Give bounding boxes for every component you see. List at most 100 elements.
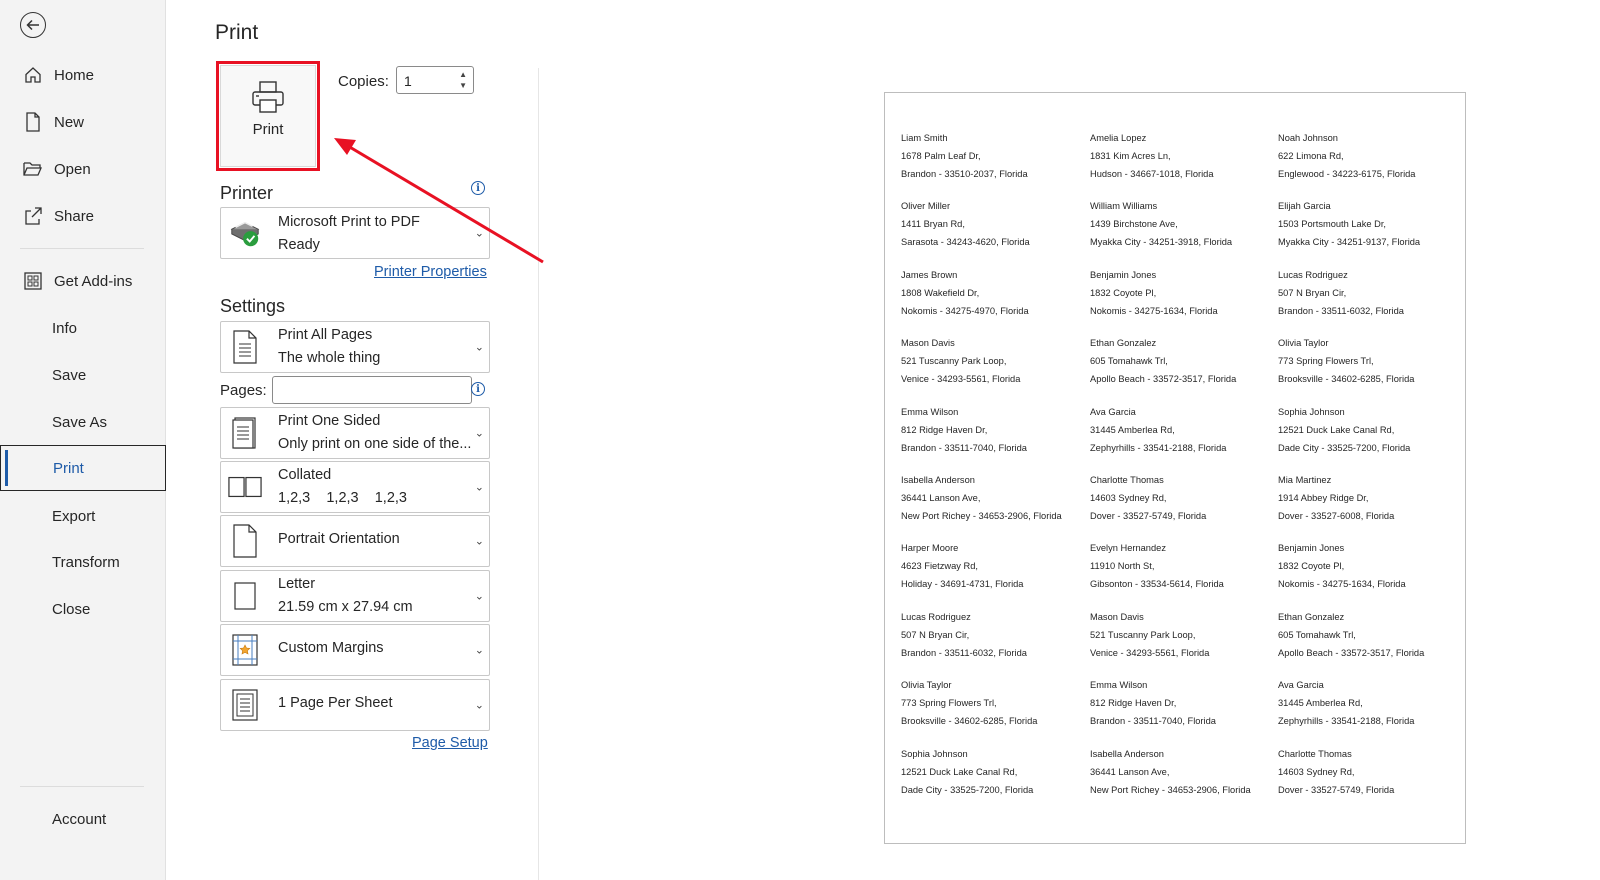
info-icon[interactable]: i	[471, 181, 485, 195]
nav-item-transform[interactable]: Transform	[0, 540, 166, 584]
nav-label: Save As	[52, 413, 108, 431]
info-icon[interactable]: i	[471, 382, 485, 396]
address-street: 1831 Kim Acres Ln,	[1090, 151, 1171, 161]
address-city: Dover - 33527-6008, Florida	[1278, 511, 1395, 521]
address-city: Brandon - 33511-6032, Florida	[901, 647, 1027, 658]
pages-input[interactable]	[272, 376, 472, 404]
nav-item-save[interactable]: Save	[0, 353, 166, 397]
address-label: William Williams 1439 Birchstone Ave, Myak…	[1090, 197, 1268, 248]
address-name: Lucas Rodriguez	[901, 611, 971, 622]
address-street: 11910 North St,	[1090, 561, 1155, 572]
address-city: Myakka City - 34251-3918, Florida	[1090, 237, 1233, 248]
folder-open-icon	[22, 158, 44, 180]
address-street: 605 Tomahawk Trl,	[1090, 356, 1168, 367]
address-street: 521 Tuscanny Park Loop,	[901, 356, 1007, 367]
nav-label: Share	[54, 207, 95, 225]
copies-stepper[interactable]: 1 ▲ ▼	[396, 66, 474, 94]
page-setup-link[interactable]: Page Setup	[412, 735, 488, 751]
address-label: Charlotte Thomas 14603 Sydney Rd, Dover - …	[1090, 471, 1268, 525]
address-street: 12521 Duck Lake Canal Rd,	[1278, 424, 1395, 435]
address-city: Dover - 33527-5749, Florida	[1090, 511, 1207, 521]
back-button[interactable]	[20, 12, 46, 38]
sides-select[interactable]: Print One Sided Only print on one side o…	[220, 407, 490, 459]
address-name: Liam Smith	[901, 133, 948, 143]
pages-per-sheet-main: 1 Page Per Sheet	[278, 695, 393, 711]
address-label: Ethan Gonzalez 605 Tomahawk Trl, Apollo Be…	[1090, 334, 1268, 385]
address-city: Holiday - 34691-4731, Florida	[901, 579, 1024, 590]
address-name: Ethan Gonzalez	[1278, 611, 1345, 622]
nav-divider	[20, 248, 144, 249]
address-name: Ethan Gonzalez	[1090, 338, 1157, 349]
address-label: Amelia Lopez 1831 Kim Acres Ln, Hudson - 3…	[1090, 129, 1268, 183]
address-city: Brandon - 33511-7040, Florida	[1090, 716, 1216, 727]
address-city: Apollo Beach - 33572-3517, Florida	[1278, 647, 1425, 658]
nav-item-account[interactable]: Account	[0, 797, 166, 841]
nav-item-export[interactable]: Export	[0, 494, 166, 538]
nav-label: Transform	[52, 553, 120, 571]
one-sided-icon	[228, 414, 262, 452]
address-street: 1832 Coyote Pl,	[1278, 561, 1345, 572]
address-street: 507 N Bryan Cir,	[1278, 287, 1347, 298]
print-range-select[interactable]: Print All Pages The whole thing ⌄	[220, 321, 490, 373]
nav-item-open[interactable]: Open	[0, 147, 166, 191]
nav-item-share[interactable]: Share	[0, 194, 166, 238]
nav-item-print[interactable]: Print	[0, 445, 166, 491]
nav-item-info[interactable]: Info	[0, 306, 166, 350]
address-city: Zephyrhills - 33541-2188, Florida	[1278, 716, 1415, 727]
address-name: Mason Davis	[901, 338, 955, 349]
nav-divider	[20, 786, 144, 787]
pages-per-sheet-select[interactable]: 1 Page Per Sheet ⌄	[220, 679, 490, 731]
address-street: 812 Ridge Haven Dr,	[1090, 698, 1177, 709]
nav-label: Export	[52, 507, 96, 525]
chevron-down-icon: ⌄	[474, 644, 484, 657]
address-city: Nokomis - 34275-4970, Florida	[901, 305, 1029, 316]
pages-per-sheet-icon	[228, 686, 262, 724]
backstage-nav: Home New Open Share Get Add-ins Info Sav…	[0, 0, 166, 880]
spin-arrows-icon[interactable]: ▲ ▼	[459, 69, 467, 91]
printer-heading: Printer	[220, 183, 274, 203]
printer-icon	[252, 81, 284, 113]
address-street: 12521 Duck Lake Canal Rd,	[901, 766, 1018, 777]
panel-divider	[538, 68, 539, 880]
collation-select[interactable]: Collated 1,2,3 1,2,3 1,2,3 ⌄	[220, 461, 490, 513]
nav-item-home[interactable]: Home	[0, 53, 166, 97]
address-city: New Port Richey - 34653-2906, Florida	[901, 511, 1062, 521]
portrait-icon	[228, 522, 262, 560]
nav-item-close[interactable]: Close	[0, 587, 166, 631]
nav-item-new[interactable]: New	[0, 100, 166, 144]
address-street: 773 Spring Flowers Trl,	[901, 698, 997, 709]
address-name: Isabella Anderson	[1090, 748, 1164, 759]
address-city: Apollo Beach - 33572-3517, Florida	[1090, 374, 1237, 385]
address-city: Brooksville - 34602-6285, Florida	[901, 716, 1038, 727]
printer-properties-link[interactable]: Printer Properties	[374, 264, 487, 280]
address-label: Lucas Rodriguez 507 N Bryan Cir, Brandon -…	[1278, 266, 1456, 320]
address-name: William Williams	[1090, 201, 1158, 212]
print-settings-panel: Print Print Copies: 1 ▲ ▼ Printer i Micro…	[166, 0, 550, 880]
nav-label: Print	[53, 459, 84, 477]
address-street: 14603 Sydney Rd,	[1090, 493, 1167, 503]
address-label: Sophia Johnson 12521 Duck Lake Canal Rd, D…	[1278, 403, 1456, 457]
address-label: Evelyn Hernandez 11910 North St, Gibsonton…	[1090, 539, 1268, 593]
address-label: James Brown 1808 Wakefield Dr, Nokomis - 3…	[901, 266, 1079, 320]
address-name: Emma Wilson	[1090, 680, 1148, 691]
address-label: Mia Martinez 1914 Abbey Ridge Dr, Dover - …	[1278, 471, 1456, 525]
copies-value: 1	[404, 73, 412, 89]
print-button[interactable]: Print	[220, 65, 316, 167]
address-name: Ava Garcia	[1090, 406, 1136, 417]
orientation-select[interactable]: Portrait Orientation ⌄	[220, 515, 490, 567]
margins-select[interactable]: Custom Margins ⌄	[220, 624, 490, 676]
address-city: Dade City - 33525-7200, Florida	[901, 784, 1034, 795]
nav-label: Home	[54, 66, 95, 84]
address-label: Oliver Miller 1411 Bryan Rd, Sarasota - 34…	[901, 197, 1079, 251]
address-street: 507 N Bryan Cir,	[901, 629, 970, 640]
address-street: 812 Ridge Haven Dr,	[901, 424, 988, 435]
paper-size-select[interactable]: Letter 21.59 cm x 27.94 cm ⌄	[220, 570, 490, 622]
nav-item-get-add-ins[interactable]: Get Add-ins	[0, 259, 166, 303]
address-street: 605 Tomahawk Trl,	[1278, 629, 1356, 640]
nav-item-save-as[interactable]: Save As	[0, 400, 166, 444]
chevron-down-icon: ⌄	[474, 227, 484, 240]
arrow-left-icon	[26, 19, 39, 31]
printer-status: Ready	[278, 237, 320, 253]
address-city: Brooksville - 34602-6285, Florida	[1278, 374, 1415, 385]
printer-select[interactable]: Microsoft Print to PDF Ready ⌄	[220, 207, 490, 259]
